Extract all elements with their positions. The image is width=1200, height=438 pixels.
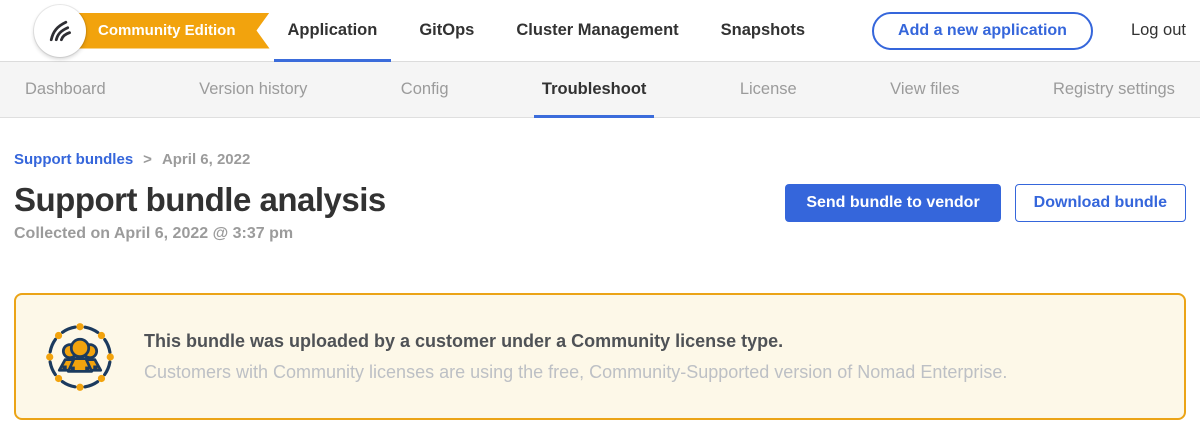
community-edition-badge-label: Community Edition (98, 22, 236, 39)
community-edition-badge: Community Edition (58, 13, 270, 49)
notice-title: This bundle was uploaded by a customer u… (144, 331, 1007, 352)
breadcrumb-link-support-bundles[interactable]: Support bundles (14, 151, 133, 168)
page-header-left: Support bundle analysis Collected on Apr… (14, 181, 386, 243)
top-nav-right: Add a new application Log out (872, 12, 1200, 50)
breadcrumb-current: April 6, 2022 (162, 151, 250, 168)
page-title: Support bundle analysis (14, 181, 386, 219)
sub-tab-view-files[interactable]: View files (890, 62, 959, 118)
brand: Community Edition (34, 5, 270, 57)
sub-tab-troubleshoot[interactable]: Troubleshoot (542, 62, 647, 118)
logout-link[interactable]: Log out (1131, 21, 1186, 40)
collected-timestamp: Collected on April 6, 2022 @ 3:37 pm (14, 225, 386, 243)
top-nav: Community Edition Application GitOps Clu… (0, 0, 1200, 62)
sub-nav: Dashboard Version history Config Trouble… (0, 62, 1200, 118)
collected-prefix: Collected on (14, 225, 110, 242)
notice-text: This bundle was uploaded by a customer u… (144, 331, 1007, 383)
sub-tab-dashboard[interactable]: Dashboard (25, 62, 106, 118)
page-actions: Send bundle to vendor Download bundle (785, 184, 1186, 222)
sub-tab-registry-settings[interactable]: Registry settings (1053, 62, 1175, 118)
download-bundle-button[interactable]: Download bundle (1015, 184, 1186, 222)
add-new-application-button[interactable]: Add a new application (872, 12, 1093, 50)
main-content: Support bundles > April 6, 2022 Support … (0, 118, 1200, 420)
send-bundle-to-vendor-button[interactable]: Send bundle to vendor (785, 184, 1000, 222)
notice-subtitle: Customers with Community licenses are us… (144, 362, 1007, 383)
page-header: Support bundle analysis Collected on Apr… (14, 181, 1186, 243)
top-tab-snapshots[interactable]: Snapshots (721, 0, 805, 62)
breadcrumb: Support bundles > April 6, 2022 (14, 118, 1186, 168)
replicated-logo-icon[interactable] (34, 5, 86, 57)
sub-tab-config[interactable]: Config (401, 62, 449, 118)
breadcrumb-separator: > (143, 151, 152, 168)
collected-date: April 6, 2022 @ 3:37 pm (114, 225, 293, 242)
top-tab-application[interactable]: Application (288, 0, 378, 62)
sub-tab-license[interactable]: License (740, 62, 797, 118)
top-tab-gitops[interactable]: GitOps (419, 0, 474, 62)
top-tabs: Application GitOps Cluster Management Sn… (288, 0, 806, 62)
top-tab-cluster-management[interactable]: Cluster Management (516, 0, 678, 62)
community-license-notice: This bundle was uploaded by a customer u… (14, 293, 1186, 420)
community-people-icon (46, 323, 114, 391)
sub-tab-version-history[interactable]: Version history (199, 62, 307, 118)
